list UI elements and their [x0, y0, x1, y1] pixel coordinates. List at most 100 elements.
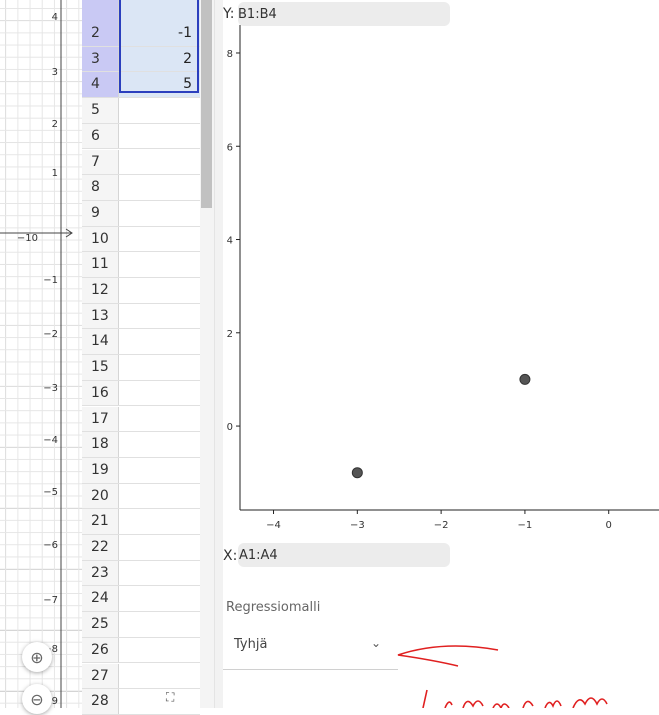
row-header[interactable]: 8 — [82, 175, 119, 200]
table-row[interactable]: 26 — [82, 637, 200, 664]
row-header[interactable]: 12 — [82, 278, 119, 303]
graphics-y-tick-label: −10 — [17, 233, 38, 244]
zoom-out-icon[interactable]: ⊖ — [22, 684, 52, 714]
row-header[interactable]: 23 — [82, 560, 119, 586]
cell-b[interactable] — [119, 124, 200, 149]
cell-b[interactable] — [119, 381, 200, 406]
table-row[interactable]: 32 — [82, 46, 200, 73]
cell-b[interactable] — [119, 664, 200, 689]
table-row[interactable]: 6 — [82, 123, 200, 150]
fullscreen-icon[interactable]: ⛶ — [166, 690, 174, 705]
table-row[interactable]: 20 — [82, 483, 200, 510]
table-row[interactable]: 22 — [82, 535, 200, 561]
row-header[interactable]: 26 — [82, 637, 119, 663]
graphics-y-tick-label: −1 — [43, 275, 58, 286]
cell-b[interactable] — [119, 175, 200, 200]
graphics-y-tick-label: −4 — [43, 435, 58, 446]
table-row[interactable]: 19 — [82, 457, 200, 484]
table-row[interactable]: 25 — [82, 612, 200, 638]
cell-b[interactable] — [119, 535, 200, 560]
table-row[interactable]: 45 — [82, 72, 200, 99]
row-header[interactable]: 27 — [82, 663, 119, 689]
table-row[interactable]: 2 -1 — [82, 21, 200, 47]
row-header[interactable]: 2 — [82, 21, 119, 46]
graphics-y-tick-label: 4 — [52, 12, 58, 23]
row-header[interactable]: 19 — [82, 457, 119, 483]
row-header[interactable]: 22 — [82, 535, 119, 560]
table-row[interactable]: 9 — [82, 200, 200, 227]
table-row[interactable]: 23 — [82, 560, 200, 587]
table-row[interactable]: 24 — [82, 586, 200, 613]
cell-b[interactable] — [119, 561, 200, 586]
row-header[interactable]: 25 — [82, 612, 119, 637]
spreadsheet[interactable]: 2 -1 3 2 4 5 5 6 7 8 9 10 11 12 13 14 15 16 17 18 19 20 21 22 23… — [82, 0, 200, 715]
row-header[interactable]: 3 — [82, 46, 119, 72]
table-row[interactable]: 17 — [82, 406, 200, 433]
table-row[interactable]: 28 — [82, 689, 200, 715]
table-row[interactable]: 13 — [82, 303, 200, 330]
row-header[interactable]: 21 — [82, 509, 119, 534]
row-header[interactable]: 10 — [82, 226, 119, 252]
table-row[interactable]: 12 — [82, 278, 200, 304]
row-header[interactable]: 6 — [82, 123, 119, 149]
row-header[interactable]: 11 — [82, 252, 119, 277]
cell-b[interactable] — [119, 638, 200, 663]
table-row[interactable]: 15 — [82, 355, 200, 381]
cell-b[interactable] — [119, 252, 200, 277]
hand-drawn-arrow-icon — [397, 645, 499, 667]
row-header[interactable]: 9 — [82, 200, 119, 226]
zoom-in-icon[interactable]: ⊕ — [22, 642, 52, 672]
row-header[interactable]: 4 — [82, 72, 119, 98]
table-row[interactable]: 7 — [82, 149, 200, 176]
cell-b[interactable] — [119, 227, 200, 252]
cell-b[interactable] — [119, 432, 200, 457]
graphics-y-tick-label: −5 — [43, 487, 58, 498]
cell-b[interactable] — [119, 201, 200, 226]
table-row[interactable]: 10 — [82, 226, 200, 253]
row-header[interactable]: 5 — [82, 98, 119, 123]
cell-b[interactable] — [119, 689, 200, 714]
row-header[interactable]: 28 — [82, 689, 119, 714]
row-header[interactable]: 13 — [82, 303, 119, 329]
panel-divider[interactable] — [214, 0, 223, 708]
row-header[interactable]: 16 — [82, 380, 119, 406]
cell-b[interactable]: 5 — [119, 72, 200, 98]
cell-b[interactable] — [119, 458, 200, 483]
table-row[interactable]: 5 — [82, 98, 200, 124]
cell-b[interactable] — [119, 355, 200, 380]
cell-b[interactable] — [119, 509, 200, 534]
graphics-view[interactable]: 4321−10−1−2−3−4−5−6−7−8−9 ⊕ ⊖ — [0, 0, 82, 714]
cell-b[interactable] — [119, 304, 200, 329]
regression-panel: Y: B1:B4 −4 −3 −2 −1 0 8 6 4 2 0 X: A1:A4 Regress… — [223, 0, 659, 708]
table-row[interactable]: 11 — [82, 252, 200, 278]
cell-b[interactable]: 2 — [119, 46, 200, 72]
table-row[interactable]: 18 — [82, 432, 200, 458]
table-row[interactable]: 14 — [82, 329, 200, 356]
cell-b[interactable] — [119, 586, 200, 611]
row-header[interactable]: 7 — [82, 149, 119, 175]
cell-b[interactable] — [119, 150, 200, 175]
table-row[interactable]: 8 — [82, 175, 200, 201]
graphics-y-tick-label: 3 — [52, 67, 58, 78]
table-row[interactable]: 16 — [82, 380, 200, 407]
cell-b[interactable] — [119, 612, 200, 637]
cell-b[interactable] — [119, 484, 200, 509]
handwritten-scribble — [422, 689, 608, 708]
table-row[interactable]: 21 — [82, 509, 200, 535]
row-header[interactable]: 24 — [82, 586, 119, 612]
table-row[interactable]: 27 — [82, 663, 200, 690]
cell-b[interactable] — [119, 407, 200, 432]
cell-b[interactable] — [119, 278, 200, 303]
graphics-y-tick-label: −6 — [43, 540, 58, 551]
cell-b[interactable] — [119, 329, 200, 354]
row-header[interactable]: 20 — [82, 483, 119, 509]
row-header[interactable]: 14 — [82, 329, 119, 355]
cell-b[interactable] — [119, 98, 200, 123]
row-header[interactable]: 15 — [82, 355, 119, 380]
scrollbar-thumb[interactable] — [201, 0, 212, 208]
row-header[interactable]: 18 — [82, 432, 119, 457]
cell-b[interactable]: -1 — [119, 21, 200, 46]
graphics-y-tick-label: 2 — [52, 119, 58, 130]
table-row-partial — [82, 0, 200, 21]
row-header[interactable]: 17 — [82, 406, 119, 432]
